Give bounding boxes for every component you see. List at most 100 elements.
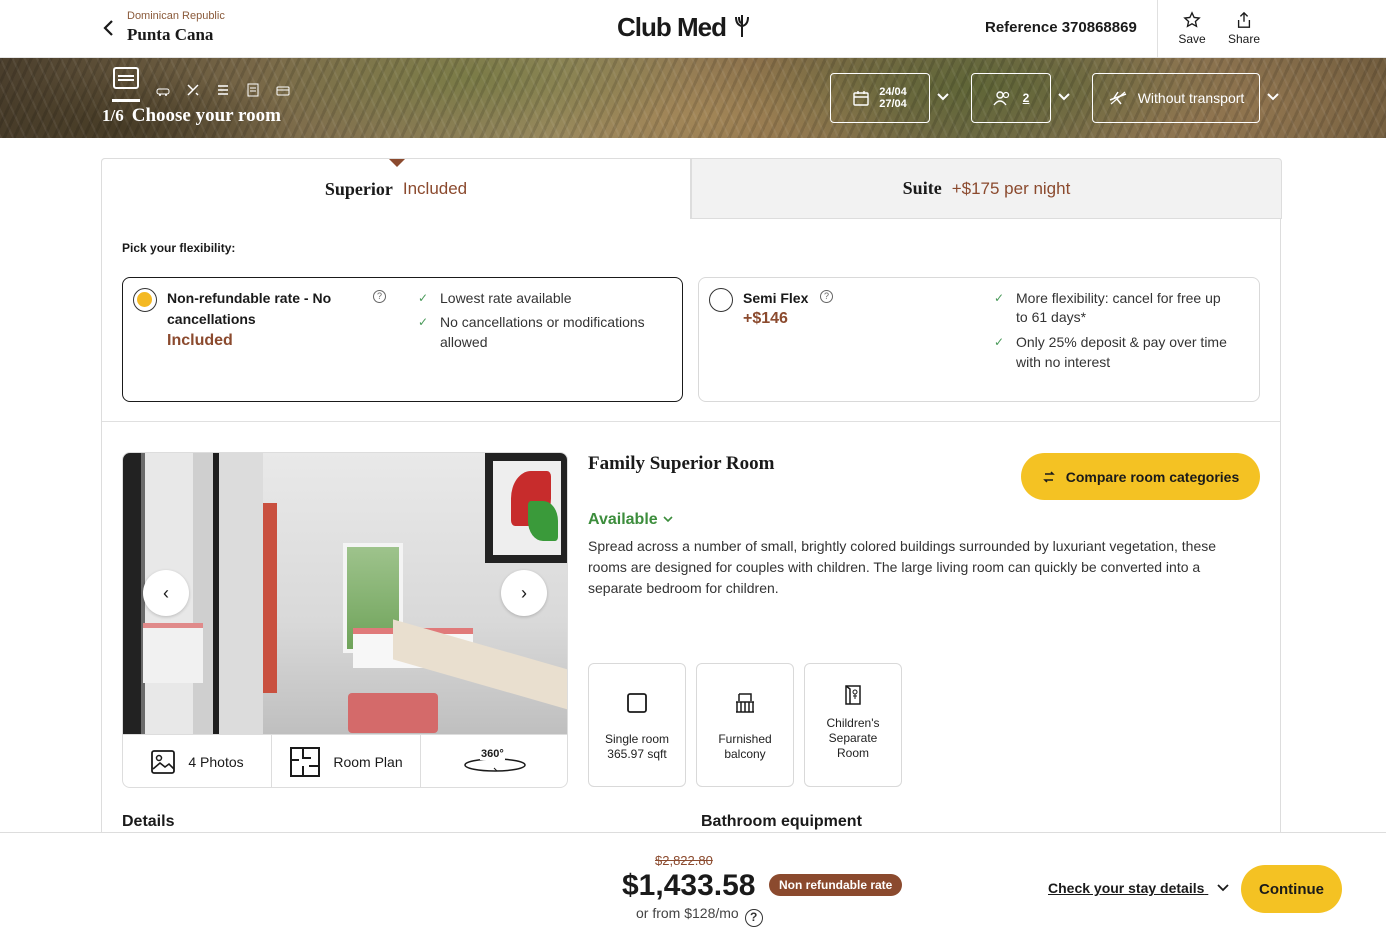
car-step-icon[interactable] xyxy=(156,84,170,102)
check-stay-details-link[interactable]: Check your stay details xyxy=(1048,880,1230,896)
active-tab-indicator xyxy=(389,159,405,167)
feature-item: ✓ No cancellations or modifications xyxy=(418,312,645,332)
rate-name-line2: cancellations xyxy=(167,311,256,327)
room-selection-card: Superior Included Suite +$175 per night … xyxy=(101,158,1282,858)
total-price: $1,433.58 xyxy=(622,869,756,902)
help-icon[interactable]: ? xyxy=(820,290,833,303)
share-button[interactable]: Share xyxy=(1222,11,1266,46)
dates-selector[interactable]: 24/04 27/04 xyxy=(830,73,930,123)
save-button[interactable]: Save xyxy=(1170,11,1214,46)
date-from: 24/04 xyxy=(879,86,907,98)
header-divider xyxy=(1157,0,1158,58)
rotate-360-icon: 360° xyxy=(463,748,527,773)
share-icon xyxy=(1237,11,1251,28)
children-room-icon xyxy=(845,685,861,705)
calendar-icon xyxy=(853,91,869,106)
document-step-icon[interactable] xyxy=(246,83,260,102)
tab-suite-price: +$175 per night xyxy=(951,178,1071,198)
payment-step-icon[interactable] xyxy=(276,84,290,102)
rate-radio-selected[interactable] xyxy=(133,288,157,312)
bed-step-icon[interactable] xyxy=(112,66,140,102)
guest-count: 2 xyxy=(1022,91,1030,105)
next-photo-button[interactable]: › xyxy=(501,570,547,616)
rate-price: +$146 xyxy=(743,310,788,327)
people-icon xyxy=(993,91,1009,106)
check-stay-label: Check your stay details xyxy=(1048,880,1205,896)
floor-plan-icon xyxy=(290,747,321,777)
room-photo[interactable]: ‹ › xyxy=(123,453,567,734)
availability-status[interactable]: Available xyxy=(588,511,674,529)
guests-chevron-down-icon[interactable] xyxy=(1057,90,1071,104)
feature-text: to 61 days* xyxy=(1016,309,1087,325)
tab-superior-price: Included xyxy=(402,179,468,198)
step-number: 1/6 xyxy=(102,106,124,125)
dates-chevron-down-icon[interactable] xyxy=(936,90,950,104)
feature-text: with no interest xyxy=(1016,354,1111,370)
amenity-room-size: Single room 365.97 sqft xyxy=(588,663,686,787)
continue-button[interactable]: Continue xyxy=(1241,865,1342,913)
room-plan-button[interactable]: Room Plan xyxy=(271,734,420,787)
feature-item: ✓ More flexibility: cancel for free up xyxy=(994,288,1221,308)
room-title: Family Superior Room xyxy=(588,453,775,474)
rate-radio-unselected[interactable] xyxy=(709,288,733,312)
activities-step-icon[interactable] xyxy=(186,83,200,102)
details-heading: Details xyxy=(122,813,175,830)
chevron-down-icon xyxy=(1217,884,1229,892)
help-icon[interactable]: ? xyxy=(744,909,763,927)
step-title: Choose your room xyxy=(131,105,281,126)
back-arrow-icon[interactable] xyxy=(100,17,118,39)
feature-item-continued: allowed xyxy=(440,332,487,352)
monthly-text: or from $128/mo xyxy=(636,905,739,921)
bathroom-equipment-heading: Bathroom equipment xyxy=(701,813,862,830)
image-icon xyxy=(151,750,176,774)
tab-superior[interactable]: Superior Included xyxy=(101,158,691,219)
destination-country: Dominican Republic xyxy=(127,10,225,22)
room-description: Spread across a number of small, brightl… xyxy=(588,538,1217,596)
flexibility-label: Pick your flexibility: xyxy=(122,241,236,255)
tab-suite[interactable]: Suite +$175 per night xyxy=(691,158,1282,219)
original-price: $2,822.80 xyxy=(655,853,713,868)
feature-text: Lowest rate available xyxy=(440,290,572,306)
feature-item: ✓ Only 25% deposit & pay over time xyxy=(994,332,1227,352)
room-plan-label: Room Plan xyxy=(333,754,403,770)
amenity-line2: balcony xyxy=(724,747,766,761)
amenity-line1: Single room xyxy=(604,732,670,746)
compare-room-categories-button[interactable]: Compare room categories xyxy=(1021,453,1260,500)
previous-photo-button[interactable]: ‹ xyxy=(143,570,189,616)
amenity-children-room: Children's Separate Room xyxy=(804,663,902,787)
tour-360-button[interactable]: 360° xyxy=(420,734,567,787)
chevron-down-icon xyxy=(663,516,673,523)
list-step-icon[interactable] xyxy=(216,83,230,102)
rate-badge: Non refundable rate xyxy=(769,874,903,896)
date-range: 24/04 27/04 xyxy=(879,86,907,110)
check-icon: ✓ xyxy=(994,291,1005,305)
save-label: Save xyxy=(1178,32,1206,46)
feature-text: More flexibility: cancel for free up xyxy=(1016,290,1221,306)
room-gallery: ‹ › 4 Photos Room Plan 360° xyxy=(122,452,568,788)
club-med-logo[interactable]: Club Med xyxy=(617,12,752,43)
photo-artwork xyxy=(485,453,567,563)
chevron-left-icon: ‹ xyxy=(163,582,169,603)
destination-city: Punta Cana xyxy=(127,25,214,44)
photos-button[interactable]: 4 Photos xyxy=(123,734,271,787)
guests-selector[interactable]: 2 xyxy=(971,73,1051,123)
price-footer: $2,822.80 $1,433.58 Non refundable rate … xyxy=(0,832,1386,938)
photo-stool xyxy=(348,693,438,733)
logo-text: Club Med xyxy=(617,12,727,42)
transport-selector[interactable]: Without transport xyxy=(1092,73,1260,123)
amenity-balcony: Furnished balcony xyxy=(696,663,794,787)
tab-superior-name: Superior xyxy=(324,178,393,199)
transport-label: Without transport xyxy=(1137,90,1245,106)
monthly-payment: or from $128/mo? xyxy=(636,905,763,927)
amenity-line2: 365.97 sqft xyxy=(607,747,667,761)
rate-name-line1: Non-refundable rate - No xyxy=(167,290,332,306)
section-divider xyxy=(102,421,1280,422)
rate-option-semi-flex[interactable]: Semi Flex +$146 ? ✓ More flexibility: can… xyxy=(698,277,1260,402)
amenity-line1: Furnished xyxy=(718,732,772,746)
help-icon[interactable]: ? xyxy=(373,290,386,303)
transport-chevron-down-icon[interactable] xyxy=(1266,90,1280,104)
hero-banner: 1/6 Choose your room 24/04 27/04 2 Withou… xyxy=(0,58,1386,138)
rate-option-non-refundable[interactable]: Non-refundable rate - No cancellations I… xyxy=(122,277,683,402)
tour-label: 360° xyxy=(480,748,505,760)
booking-steps xyxy=(112,66,290,102)
